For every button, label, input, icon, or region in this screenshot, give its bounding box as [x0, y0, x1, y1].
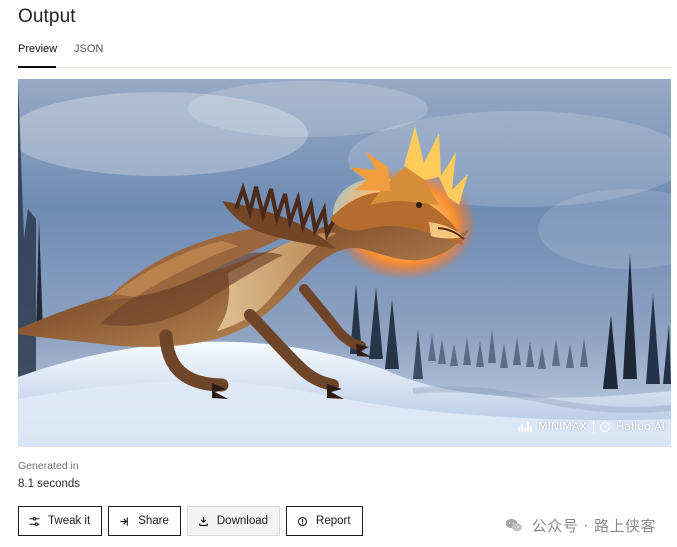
share-label: Share	[138, 515, 169, 527]
generated-image-preview: MINIMAX Hailuo AI	[18, 79, 671, 447]
output-actions: Tweak it Share Download Report	[18, 506, 363, 536]
generation-time-label: Generated in	[18, 460, 79, 472]
tab-preview[interactable]: Preview	[18, 43, 57, 55]
share-button[interactable]: Share	[108, 506, 181, 536]
generation-time-value: 8.1 seconds	[18, 478, 81, 490]
sliders-icon	[29, 516, 40, 526]
page-title: Output	[18, 6, 76, 27]
download-icon	[199, 516, 208, 526]
dragon-image	[18, 79, 671, 447]
report-button[interactable]: Report	[286, 506, 363, 536]
wechat-icon	[505, 518, 522, 531]
watermark-brand-primary: MINIMAX	[538, 420, 587, 433]
output-tabs: Preview JSON	[18, 40, 671, 68]
footer-brand: 公众号 · 路上侠客	[504, 515, 656, 536]
footer-brand-text: 公众号 · 路上侠客	[531, 517, 656, 535]
tweak-it-label: Tweak it	[48, 515, 91, 527]
hailuo-logo-icon	[599, 421, 610, 432]
tweak-it-button[interactable]: Tweak it	[18, 506, 103, 536]
download-button[interactable]: Download	[186, 506, 281, 536]
share-icon	[120, 516, 128, 526]
selected-tab-indicator	[18, 66, 56, 68]
download-label: Download	[216, 515, 269, 527]
report-icon	[297, 516, 308, 526]
tab-json[interactable]: JSON	[74, 43, 103, 55]
minimax-logo-icon	[518, 421, 533, 432]
report-label: Report	[316, 515, 351, 527]
watermark-brand-secondary: Hailuo AI	[615, 420, 665, 433]
image-watermark: MINIMAX Hailuo AI	[518, 420, 665, 433]
watermark-separator	[592, 420, 594, 433]
